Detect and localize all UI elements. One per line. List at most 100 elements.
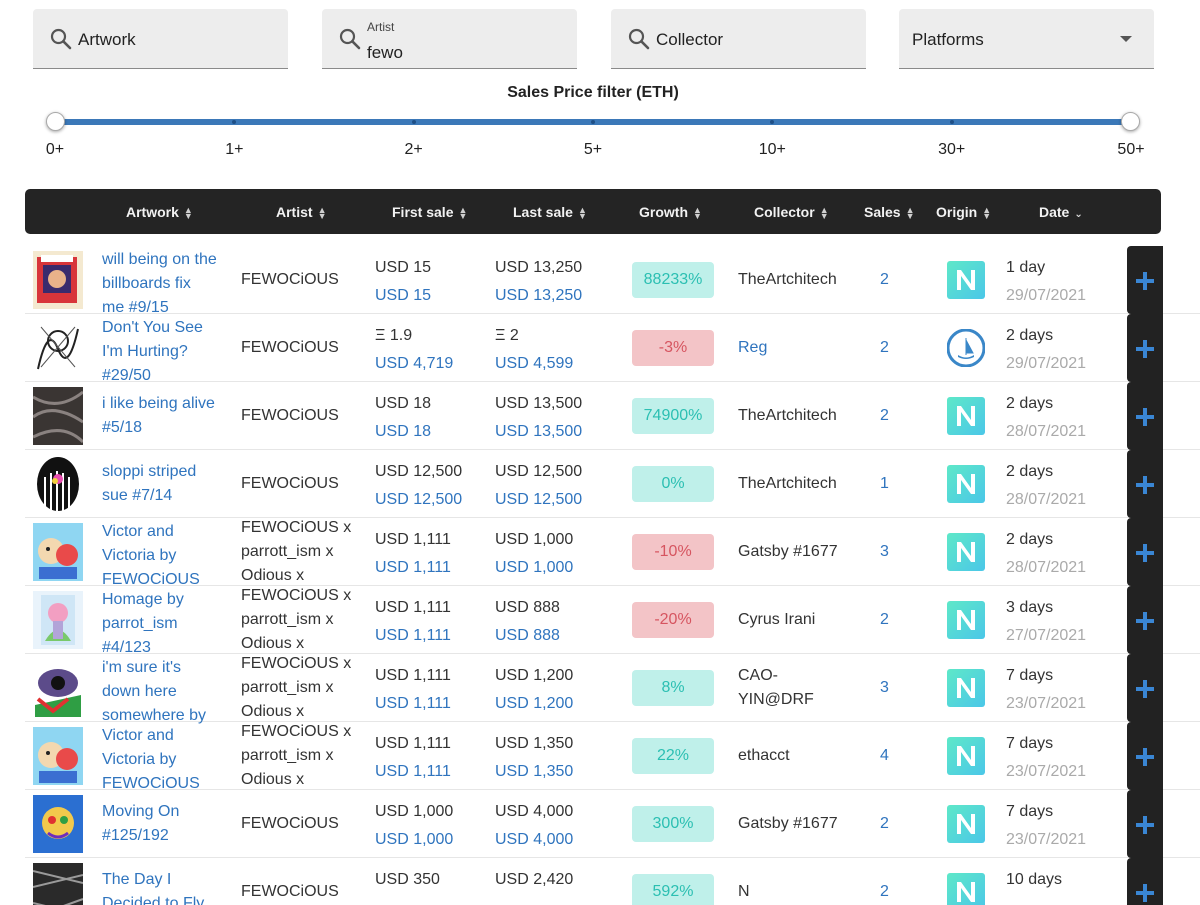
- price-slider-min-handle[interactable]: [46, 112, 65, 131]
- date-absolute: 29/07/2021: [1006, 287, 1087, 304]
- artwork-title-link[interactable]: Victoria by: [102, 544, 176, 568]
- collector-search-field[interactable]: Collector: [611, 9, 866, 69]
- artwork-title-link[interactable]: Victor and: [102, 520, 174, 544]
- column-header-growth[interactable]: Growth ▲ ▼: [639, 204, 702, 221]
- collector-name[interactable]: TheArtchitech: [738, 472, 837, 496]
- artwork-title-link[interactable]: Moving On: [102, 800, 179, 824]
- column-header-sales[interactable]: Sales ▲ ▼: [864, 204, 915, 221]
- artwork-thumbnail[interactable]: [33, 795, 83, 853]
- artist-search-field[interactable]: Artist fewo: [322, 9, 577, 69]
- nifty-gateway-icon[interactable]: [947, 601, 985, 639]
- column-header-first-sale[interactable]: First sale ▲ ▼: [392, 204, 467, 221]
- sales-count[interactable]: 2: [880, 812, 889, 836]
- artwork-title-link[interactable]: I'm Hurting?: [102, 340, 188, 364]
- nifty-gateway-icon[interactable]: [947, 737, 985, 775]
- expand-row-button[interactable]: [1127, 586, 1163, 654]
- expand-row-button[interactable]: [1127, 790, 1163, 858]
- expand-row-button[interactable]: [1127, 314, 1163, 382]
- artwork-title-link[interactable]: #125/192: [102, 824, 169, 848]
- artwork-title-link[interactable]: Don't You See: [102, 316, 203, 340]
- column-header-date[interactable]: Date ⌄: [1039, 204, 1083, 220]
- nifty-gateway-icon[interactable]: [947, 261, 985, 299]
- column-header-origin[interactable]: Origin ▲ ▼: [936, 204, 991, 221]
- expand-row-button[interactable]: [1127, 722, 1163, 790]
- sales-count[interactable]: 3: [880, 676, 889, 700]
- artwork-thumbnail[interactable]: [33, 523, 83, 581]
- expand-row-button[interactable]: [1127, 518, 1163, 586]
- artwork-title-link[interactable]: down here: [102, 680, 177, 704]
- collector-name[interactable]: TheArtchitech: [738, 268, 837, 292]
- price-slider-max-handle[interactable]: [1121, 112, 1140, 131]
- artwork-title-link[interactable]: will being on the: [102, 248, 217, 272]
- artwork-title-link[interactable]: i like being alive: [102, 392, 215, 416]
- collector-name[interactable]: Cyrus Irani: [738, 608, 815, 632]
- artwork-thumbnail[interactable]: [33, 727, 83, 785]
- table-row[interactable]: i like being alive #5/18 FEWOCiOUS USD 18 US…: [25, 382, 1200, 450]
- artwork-search-field[interactable]: Artwork: [33, 9, 288, 69]
- sales-count[interactable]: 2: [880, 880, 889, 904]
- sales-count[interactable]: 2: [880, 404, 889, 428]
- artwork-title-link[interactable]: parrot_ism: [102, 612, 178, 636]
- sales-count[interactable]: 2: [880, 608, 889, 632]
- expand-row-button[interactable]: [1127, 246, 1163, 314]
- column-header-artist[interactable]: Artist ▲ ▼: [276, 204, 326, 221]
- collector-name[interactable]: Gatsby #1677: [738, 812, 838, 836]
- platforms-select[interactable]: Platforms: [899, 9, 1154, 69]
- nifty-gateway-icon[interactable]: [947, 533, 985, 571]
- artwork-title-link[interactable]: #5/18: [102, 416, 142, 440]
- column-header-artwork[interactable]: Artwork ▲ ▼: [126, 204, 193, 221]
- last-sale-usd: USD 4,000: [495, 831, 574, 848]
- artwork-title-link[interactable]: Victoria by: [102, 748, 176, 772]
- plus-icon: [1136, 748, 1154, 766]
- nifty-gateway-icon[interactable]: [947, 397, 985, 435]
- artwork-title-link[interactable]: Victor and: [102, 724, 174, 748]
- nifty-gateway-icon[interactable]: [947, 669, 985, 707]
- artwork-thumbnail[interactable]: [33, 319, 83, 377]
- sales-count[interactable]: 2: [880, 336, 889, 360]
- artwork-thumbnail[interactable]: [33, 251, 83, 309]
- expand-row-button[interactable]: [1127, 858, 1163, 905]
- table-row[interactable]: Homage by parrot_ism #4/123 FEWOCiOUS x parr…: [25, 586, 1200, 656]
- artwork-title-link[interactable]: i'm sure it's: [102, 656, 181, 680]
- table-row[interactable]: will being on the billboards fix me #9/15 F…: [25, 246, 1200, 316]
- artwork-title-link[interactable]: billboards fix: [102, 272, 191, 296]
- table-row[interactable]: Victor and Victoria by FEWOCiOUS FEWOCiOUS …: [25, 722, 1200, 792]
- artwork-title-link[interactable]: sue #7/14: [102, 484, 172, 508]
- artwork-thumbnail[interactable]: [33, 659, 83, 717]
- artwork-title-link[interactable]: The Day I: [102, 868, 171, 892]
- column-header-collector[interactable]: Collector ▲ ▼: [754, 204, 829, 221]
- collector-name[interactable]: TheArtchitech: [738, 404, 837, 428]
- table-row[interactable]: Victor and Victoria by FEWOCiOUS FEWOCiOUS …: [25, 518, 1200, 588]
- artwork-thumbnail[interactable]: [33, 591, 83, 649]
- sales-count[interactable]: 1: [880, 472, 889, 496]
- table-row[interactable]: i'm sure it's down here somewhere by FEWOCi…: [25, 654, 1200, 724]
- artwork-thumbnail[interactable]: [33, 455, 83, 513]
- table-row[interactable]: Moving On #125/192 FEWOCiOUS USD 1,000 USD 1…: [25, 790, 1200, 858]
- expand-row-button[interactable]: [1127, 382, 1163, 450]
- collector-name[interactable]: Reg: [738, 336, 767, 360]
- collector-name[interactable]: ethacct: [738, 744, 790, 768]
- sales-count[interactable]: 3: [880, 540, 889, 564]
- opensea-icon[interactable]: [946, 328, 986, 368]
- artwork-thumbnail[interactable]: [33, 863, 83, 905]
- artwork-thumbnail[interactable]: [33, 387, 83, 445]
- artwork-title-link[interactable]: Homage by: [102, 588, 184, 612]
- artwork-title-link[interactable]: Decided to Fly: [102, 892, 204, 905]
- first-sale-usd: USD 12,500: [375, 491, 463, 508]
- expand-row-button[interactable]: [1127, 450, 1163, 518]
- table-row[interactable]: The Day I Decided to Fly FEWOCiOUS USD 350 U…: [25, 858, 1200, 905]
- sales-count[interactable]: 4: [880, 744, 889, 768]
- sales-count[interactable]: 2: [880, 268, 889, 292]
- plus-icon: [1136, 680, 1154, 698]
- table-row[interactable]: sloppi striped sue #7/14 FEWOCiOUS USD 12,5…: [25, 450, 1200, 518]
- nifty-gateway-icon[interactable]: [947, 465, 985, 503]
- artwork-title-link[interactable]: sloppi striped: [102, 460, 196, 484]
- nifty-gateway-icon[interactable]: [947, 805, 985, 843]
- collector-name[interactable]: N: [738, 880, 750, 904]
- column-header-last-sale[interactable]: Last sale ▲ ▼: [513, 204, 587, 221]
- collector-name[interactable]: Gatsby #1677: [738, 540, 838, 564]
- nifty-gateway-icon[interactable]: [947, 873, 985, 905]
- table-row[interactable]: Don't You See I'm Hurting? #29/50 FEWOCiOUS…: [25, 314, 1200, 384]
- collector-name[interactable]: CAO- YIN@DRF: [738, 664, 814, 712]
- expand-row-button[interactable]: [1127, 654, 1163, 722]
